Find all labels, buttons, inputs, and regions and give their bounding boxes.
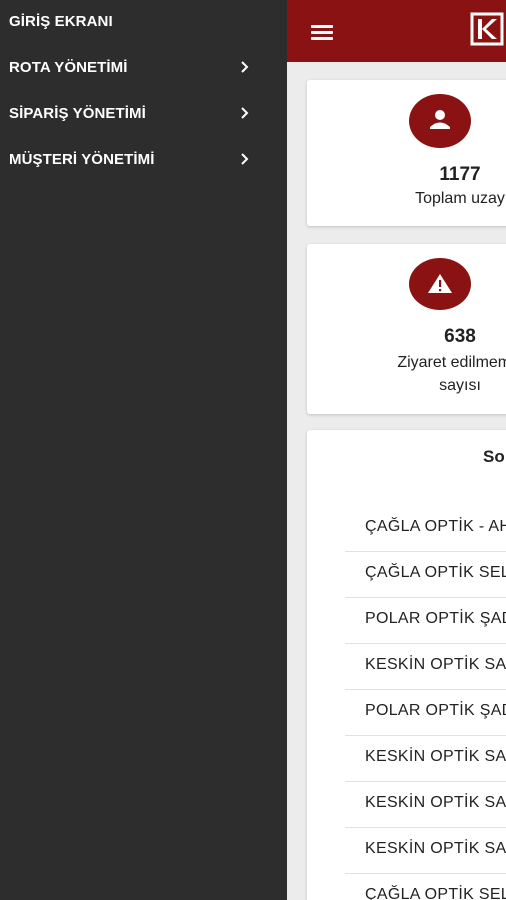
drawer-item-order-management[interactable]: SİPARİŞ YÖNETİMİ (0, 90, 287, 136)
stat-value: 1177 (439, 164, 481, 185)
drawer-item-label: GİRİŞ EKRANI (9, 12, 113, 30)
list-item-label: ÇAĞLA OPTİK SELA (365, 886, 506, 900)
logo (470, 12, 506, 48)
list-item[interactable]: POLAR OPTİK ŞAD (345, 690, 506, 736)
drawer-item-label: SİPARİŞ YÖNETİMİ (9, 104, 146, 122)
stat-value: 638 (444, 326, 476, 347)
list-item[interactable]: ÇAĞLA OPTİK SELA (345, 874, 506, 900)
list-item-label: ÇAĞLA OPTİK SELA (365, 564, 506, 581)
stat-card-total: 1177 Toplam uzay (307, 80, 506, 226)
chevron-right-icon (238, 104, 252, 122)
list-item[interactable]: KESKİN OPTİK SAA (345, 736, 506, 782)
stat-label-line2: sayısı (439, 377, 481, 394)
list-item[interactable]: KESKİN OPTİK SAA (345, 828, 506, 874)
main-content: 1177 Toplam uzay 638 Ziyaret edilmemiş s… (287, 0, 506, 900)
list-item-label: KESKİN OPTİK SAA (365, 840, 506, 857)
user-icon (409, 94, 471, 148)
list-item[interactable]: POLAR OPTİK ŞAD (345, 598, 506, 644)
list-item[interactable]: KESKİN OPTİK SAA (345, 782, 506, 828)
drawer-item-customer-management[interactable]: MÜŞTERİ YÖNETİMİ (0, 136, 287, 182)
stat-card-unvisited: 638 Ziyaret edilmemiş sayısı (307, 244, 506, 414)
chevron-right-icon (238, 58, 252, 76)
app-bar (287, 0, 506, 62)
drawer-item-label: ROTA YÖNETİMİ (9, 58, 128, 76)
stat-label-line1: Ziyaret edilmemiş (397, 354, 506, 371)
warning-icon (409, 258, 471, 310)
list-item[interactable]: KESKİN OPTİK SAA (345, 644, 506, 690)
list-item-label: KESKİN OPTİK SAA (365, 794, 506, 811)
drawer-item-route-management[interactable]: ROTA YÖNETİMİ (0, 44, 287, 90)
list-item-label: ÇAĞLA OPTİK - AH (365, 518, 506, 535)
list-item-label: KESKİN OPTİK SAA (365, 656, 506, 673)
list-title: So (483, 447, 505, 466)
customer-list-card: So ÇAĞLA OPTİK - AH ÇAĞLA OPTİK SELA POL… (307, 430, 506, 900)
navigation-drawer: GİRİŞ EKRANI ROTA YÖNETİMİ SİPARİŞ YÖNET… (0, 0, 287, 900)
list-item[interactable]: ÇAĞLA OPTİK - AH (345, 506, 506, 552)
list-item-label: KESKİN OPTİK SAA (365, 748, 506, 765)
list-item-label: POLAR OPTİK ŞAD (365, 702, 506, 719)
drawer-item-home[interactable]: GİRİŞ EKRANI (0, 0, 287, 44)
drawer-item-label: MÜŞTERİ YÖNETİMİ (9, 150, 155, 168)
list-item-label: POLAR OPTİK ŞAD (365, 610, 506, 627)
menu-icon[interactable] (309, 22, 335, 42)
list-item[interactable]: ÇAĞLA OPTİK SELA (345, 552, 506, 598)
chevron-right-icon (238, 150, 252, 168)
stat-label: Toplam uzay (415, 190, 505, 207)
